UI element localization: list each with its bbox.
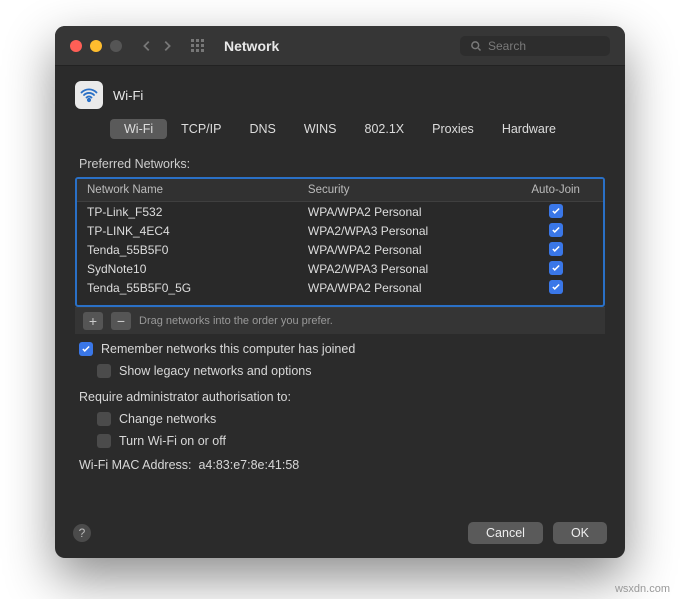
footer-hint: Drag networks into the order you prefer.	[139, 315, 333, 327]
watermark: wsxdn.com	[615, 583, 670, 595]
minimize-window-button[interactable]	[90, 40, 102, 52]
pane-header: Wi-Fi	[75, 81, 605, 109]
footer-buttons: Cancel OK	[468, 522, 607, 544]
network-security: WPA/WPA2 Personal	[298, 240, 508, 259]
mac-address-label: Wi-Fi MAC Address:	[79, 458, 192, 472]
window-controls	[70, 40, 122, 52]
network-security: WPA2/WPA3 Personal	[298, 259, 508, 278]
table-row[interactable]: Tenda_55B5F0WPA/WPA2 Personal	[77, 240, 603, 259]
column-header-name[interactable]: Network Name	[77, 179, 298, 202]
table-row[interactable]: TP-Link_F532WPA/WPA2 Personal	[77, 202, 603, 222]
mac-address-value: a4:83:e7:8e:41:58	[198, 458, 299, 472]
tab-tcpip[interactable]: TCP/IP	[167, 119, 235, 139]
network-preferences-window: Network Search Wi-Fi Wi-FiTCP/IPDNSWINS8…	[55, 26, 625, 558]
checkbox-checked-icon	[549, 242, 563, 256]
add-network-button[interactable]: +	[83, 312, 103, 330]
help-button[interactable]: ?	[73, 524, 91, 542]
close-window-button[interactable]	[70, 40, 82, 52]
tab-8021x[interactable]: 802.1X	[351, 119, 419, 139]
cancel-button[interactable]: Cancel	[468, 522, 543, 544]
checkbox-checked-icon	[549, 204, 563, 218]
require-auth-label-row: Require administrator authorisation to:	[79, 390, 601, 404]
pane-title: Wi-Fi	[113, 88, 143, 103]
network-name: TP-LINK_4EC4	[77, 221, 298, 240]
window-title: Network	[224, 38, 279, 54]
network-autojoin[interactable]	[508, 259, 603, 278]
table-row[interactable]: SydNote10WPA2/WPA3 Personal	[77, 259, 603, 278]
table-row[interactable]: TP-LINK_4EC4WPA2/WPA3 Personal	[77, 221, 603, 240]
table-row[interactable]: Tenda_55B5F0_5GWPA/WPA2 Personal	[77, 278, 603, 297]
checkbox-unchecked-icon	[97, 412, 111, 426]
checkbox-checked-icon	[549, 261, 563, 275]
network-name: TP-Link_F532	[77, 202, 298, 222]
ok-button[interactable]: OK	[553, 522, 607, 544]
body: Wi-Fi Wi-FiTCP/IPDNSWINS802.1XProxiesHar…	[55, 66, 625, 487]
network-autojoin[interactable]	[508, 202, 603, 222]
network-name: SydNote10	[77, 259, 298, 278]
tab-proxies[interactable]: Proxies	[418, 119, 488, 139]
search-field[interactable]: Search	[460, 36, 610, 56]
checkbox-unchecked-icon	[97, 434, 111, 448]
network-name: Tenda_55B5F0	[77, 240, 298, 259]
tabs: Wi-FiTCP/IPDNSWINS802.1XProxiesHardware	[75, 119, 605, 139]
checkbox-checked-icon	[549, 223, 563, 237]
checkbox-unchecked-icon	[97, 364, 111, 378]
column-header-security[interactable]: Security	[298, 179, 508, 202]
tab-wifi[interactable]: Wi-Fi	[110, 119, 167, 139]
require-auth-label: Require administrator authorisation to:	[79, 390, 291, 404]
tab-hardware[interactable]: Hardware	[488, 119, 570, 139]
change-networks-label: Change networks	[119, 412, 216, 426]
checkbox-checked-icon	[79, 342, 93, 356]
remove-network-button[interactable]: −	[111, 312, 131, 330]
show-legacy-option[interactable]: Show legacy networks and options	[97, 364, 601, 378]
network-autojoin[interactable]	[508, 278, 603, 297]
preferred-networks-table[interactable]: Network Name Security Auto-Join TP-Link_…	[75, 177, 605, 307]
tab-wins[interactable]: WINS	[290, 119, 351, 139]
preferred-networks-label: Preferred Networks:	[79, 157, 605, 171]
checkbox-checked-icon	[549, 280, 563, 294]
remember-networks-option[interactable]: Remember networks this computer has join…	[79, 342, 601, 356]
turn-wifi-option[interactable]: Turn Wi-Fi on or off	[97, 434, 601, 448]
turn-wifi-label: Turn Wi-Fi on or off	[119, 434, 226, 448]
search-icon	[470, 40, 482, 52]
zoom-window-button[interactable]	[110, 40, 122, 52]
table-footer: + − Drag networks into the order you pre…	[75, 307, 605, 334]
back-button[interactable]	[140, 39, 154, 53]
network-autojoin[interactable]	[508, 240, 603, 259]
network-security: WPA2/WPA3 Personal	[298, 221, 508, 240]
column-header-autojoin[interactable]: Auto-Join	[508, 179, 603, 202]
tab-dns[interactable]: DNS	[235, 119, 289, 139]
wifi-icon	[75, 81, 103, 109]
network-name: Tenda_55B5F0_5G	[77, 278, 298, 297]
show-legacy-label: Show legacy networks and options	[119, 364, 311, 378]
show-all-icon[interactable]	[190, 38, 206, 54]
search-placeholder: Search	[488, 39, 526, 53]
change-networks-option[interactable]: Change networks	[97, 412, 601, 426]
network-security: WPA/WPA2 Personal	[298, 202, 508, 222]
forward-button[interactable]	[160, 39, 174, 53]
mac-address-row: Wi-Fi MAC Address: a4:83:e7:8e:41:58	[79, 458, 605, 472]
network-autojoin[interactable]	[508, 221, 603, 240]
nav-arrows	[140, 39, 174, 53]
remember-networks-label: Remember networks this computer has join…	[101, 342, 355, 356]
network-security: WPA/WPA2 Personal	[298, 278, 508, 297]
titlebar: Network Search	[55, 26, 625, 66]
